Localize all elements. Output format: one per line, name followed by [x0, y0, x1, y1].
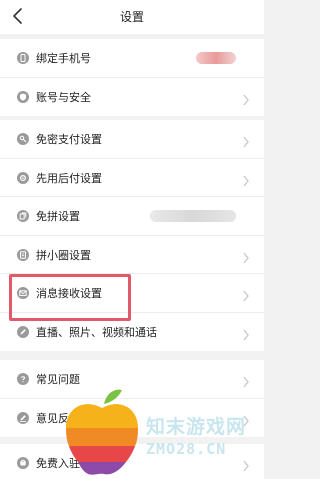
pencil-icon — [17, 325, 29, 338]
row-pin-circle[interactable]: 拼小圈设置 — [0, 236, 264, 274]
row-label: 免拼设置 — [36, 210, 80, 223]
chevron-right-icon — [242, 287, 250, 302]
row-label: 免密支付设置 — [36, 133, 102, 146]
phone-number-redacted — [196, 52, 236, 64]
edit-icon — [17, 411, 29, 424]
copy-icon — [17, 210, 29, 222]
chevron-right-icon — [242, 326, 250, 340]
watermark-text-en: ZMO28.CN — [146, 440, 227, 458]
row-label: 绑定手机号 — [36, 52, 91, 65]
document-icon — [17, 248, 29, 261]
status-redacted — [150, 210, 236, 222]
question-icon — [17, 373, 29, 385]
settings-icon — [17, 171, 29, 184]
top-bar: 设置 — [0, 0, 264, 34]
row-label: 直播、照片、视频和通话 — [36, 325, 157, 339]
watermark: 知末游戏网 ZMO28.CN — [60, 382, 264, 479]
row-pay-later[interactable]: 先用后付设置 — [0, 159, 264, 197]
chevron-right-icon — [242, 91, 250, 105]
row-group-free[interactable]: 免拼设置 — [0, 197, 264, 236]
chevron-right-icon — [242, 172, 250, 186]
settings-group-account: 绑定手机号 账号与安全 — [0, 39, 264, 116]
row-label: 先用后付设置 — [36, 171, 102, 185]
highlight-box — [9, 274, 131, 321]
watermark-logo-icon — [66, 389, 138, 475]
chevron-right-icon — [242, 133, 250, 148]
shield-icon — [17, 90, 29, 103]
row-password-free-pay[interactable]: 免密支付设置 — [0, 120, 264, 159]
store-icon — [17, 457, 29, 469]
watermark-text-cn: 知末游戏网 — [146, 416, 247, 438]
key-icon — [17, 133, 29, 145]
row-account-security[interactable]: 账号与安全 — [0, 78, 264, 117]
row-bind-phone[interactable]: 绑定手机号 — [0, 39, 264, 78]
chevron-right-icon — [242, 249, 250, 263]
phone-icon — [17, 52, 29, 64]
page-title: 设置 — [119, 10, 144, 24]
row-label: 拼小圈设置 — [36, 248, 91, 262]
row-label: 账号与安全 — [36, 90, 91, 104]
